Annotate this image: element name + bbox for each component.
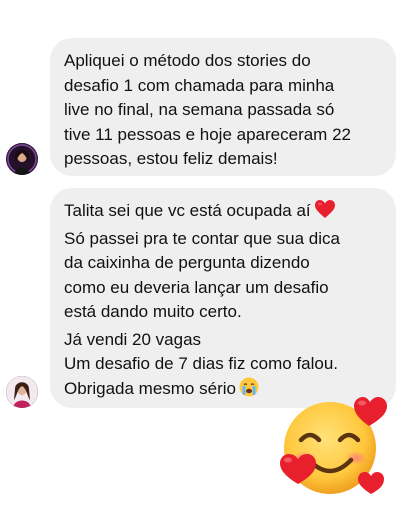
smiling-face-with-hearts-icon — [276, 392, 396, 504]
message-row-2: Talita sei que vc está ocupada aí Só pas… — [0, 180, 416, 420]
message-text: Obrigada mesmo sério — [64, 378, 236, 398]
message-line: Só passei pra te contar que sua dica — [64, 228, 340, 248]
message-bubble-2[interactable]: Talita sei que vc está ocupada aí Só pas… — [50, 188, 396, 408]
message-line: live no final, na semana passada só — [64, 100, 335, 119]
message-line: pessoas, estou feliz demais! — [64, 149, 278, 168]
avatar[interactable] — [6, 376, 38, 408]
message-line: Um desafio de 7 dias fiz como falou. — [64, 354, 339, 373]
message-line: tive 11 pessoas e hoje apareceram 22 — [64, 124, 351, 144]
avatar[interactable] — [6, 143, 38, 175]
message-line: Já vendi 20 vagas — [64, 329, 202, 349]
message-line: Talita sei que vc está ocupada aí — [64, 199, 382, 227]
message-line: como eu deveria lançar um desafio — [64, 277, 329, 297]
message-row-1: Apliquei o método dos stories do desafio… — [0, 0, 416, 180]
message-line: da caixinha de pergunta dizendo — [64, 253, 310, 272]
message-line: está dando muito certo. — [64, 302, 242, 321]
message-line: Apliquei o método dos stories do — [64, 51, 311, 70]
red-heart-icon — [314, 199, 336, 227]
message-line: desafio 1 com chamada para minha — [64, 75, 335, 95]
crying-face-icon — [239, 377, 259, 405]
message-bubble-1[interactable]: Apliquei o método dos stories do desafio… — [50, 38, 396, 176]
message-text: Talita sei que vc está ocupada aí — [64, 201, 311, 220]
